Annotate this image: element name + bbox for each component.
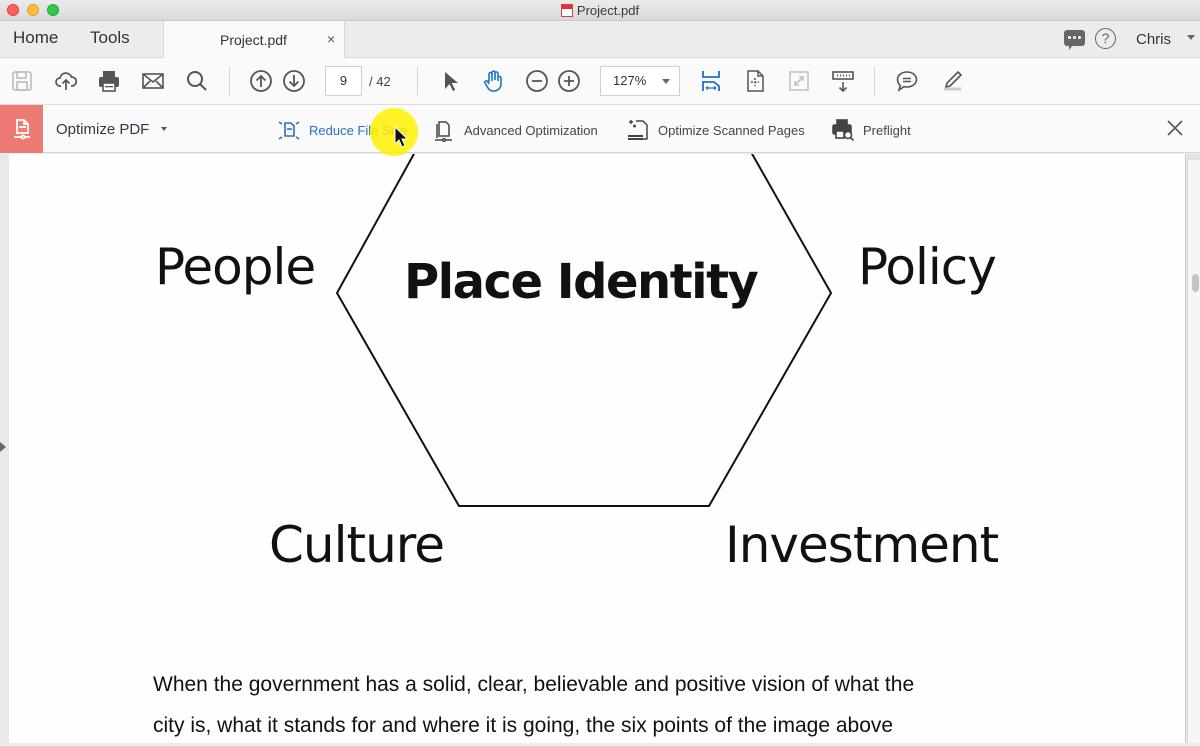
highlight-icon[interactable] xyxy=(938,68,964,94)
upload-cloud-icon[interactable] xyxy=(53,68,79,94)
scrollbar-thumb[interactable] xyxy=(1192,274,1199,292)
tab-tools[interactable]: Tools xyxy=(90,28,130,48)
diagram-center-label: Place Identity xyxy=(404,254,759,310)
user-name[interactable]: Chris xyxy=(1136,31,1171,48)
vertical-scrollbar[interactable] xyxy=(1187,154,1200,743)
reduce-file-size-label: Reduce File Size xyxy=(309,122,408,138)
zoom-in-icon[interactable] xyxy=(556,68,582,94)
main-toolbar: 9 / 42 127% xyxy=(0,58,1200,105)
search-icon[interactable] xyxy=(184,68,210,94)
hand-tool-icon[interactable] xyxy=(480,68,506,94)
optimize-pdf-menu[interactable]: Optimize PDF xyxy=(56,121,149,138)
chevron-down-icon[interactable] xyxy=(161,127,167,131)
select-arrow-icon[interactable] xyxy=(437,68,463,94)
tab-home[interactable]: Home xyxy=(13,28,58,48)
advanced-optimization-label: Advanced Optimization xyxy=(464,122,598,138)
help-icon[interactable]: ? xyxy=(1095,28,1116,49)
reduce-file-size-icon xyxy=(278,121,300,140)
zoom-level-value: 127% xyxy=(613,73,647,88)
optimize-scanned-pages-label: Optimize Scanned Pages xyxy=(658,122,805,138)
page-total: / 42 xyxy=(369,74,391,89)
tab-bar: Home Tools Project.pdf × ? Chris xyxy=(0,21,1200,58)
pdf-page: People Policy Place Identity Culture Inv… xyxy=(9,154,1186,743)
advanced-optimization-icon xyxy=(435,121,452,142)
optimize-pdf-toolbar: Optimize PDF Reduce File Size Advanced O… xyxy=(0,105,1200,153)
optimize-pdf-tool-icon xyxy=(0,105,43,153)
preflight-label: Preflight xyxy=(863,122,911,138)
left-panel-rail xyxy=(0,154,9,743)
toolbar-divider xyxy=(229,67,230,95)
chat-bubble-icon[interactable] xyxy=(1064,30,1085,50)
window-titlebar: Project.pdf xyxy=(0,0,1200,21)
zoom-out-icon[interactable] xyxy=(524,68,550,94)
close-tab-icon[interactable]: × xyxy=(327,31,335,47)
close-icon[interactable] xyxy=(1165,118,1185,138)
toolbar-divider xyxy=(417,67,418,95)
document-viewer: People Policy Place Identity Culture Inv… xyxy=(0,154,1200,743)
diagram-label-people: People xyxy=(155,238,316,296)
zoom-level-select[interactable]: 127% xyxy=(600,66,680,96)
save-icon[interactable] xyxy=(9,68,35,94)
diagram-label-culture: Culture xyxy=(269,516,445,574)
reduce-file-size-button[interactable]: Reduce File Size xyxy=(277,117,407,143)
paragraph-line: city is, what it stands for and where it… xyxy=(153,714,894,737)
fit-width-icon[interactable] xyxy=(698,68,724,94)
advanced-optimization-button[interactable]: Advanced Optimization xyxy=(432,117,598,143)
scroll-mode-icon[interactable] xyxy=(830,68,856,94)
window-title: Project.pdf xyxy=(0,3,1200,18)
preflight-icon xyxy=(832,119,855,142)
email-icon[interactable] xyxy=(140,68,166,94)
page-up-icon[interactable] xyxy=(248,68,274,94)
paragraph-line: When the government has a solid, clear, … xyxy=(153,673,915,696)
toolbar-divider xyxy=(874,67,875,95)
tab-document[interactable]: Project.pdf × xyxy=(163,21,345,58)
print-icon[interactable] xyxy=(96,68,122,94)
optimize-scanned-pages-button[interactable]: Optimize Scanned Pages xyxy=(626,117,805,143)
scrollbar-track-top xyxy=(1188,154,1200,160)
page-down-icon[interactable] xyxy=(281,68,307,94)
preflight-button[interactable]: Preflight xyxy=(831,117,911,143)
rotate-page-icon[interactable] xyxy=(742,68,768,94)
document-tab-label: Project.pdf xyxy=(220,32,287,48)
window-title-text: Project.pdf xyxy=(576,3,640,18)
comment-icon[interactable] xyxy=(894,68,920,94)
full-screen-icon[interactable] xyxy=(786,68,812,94)
user-menu-caret-icon[interactable] xyxy=(1187,35,1195,40)
page-number-input[interactable]: 9 xyxy=(325,66,362,96)
hexagon-shape xyxy=(335,154,833,507)
optimize-scanned-icon xyxy=(628,120,648,140)
chevron-down-icon xyxy=(662,79,670,84)
expand-panel-arrow-icon[interactable] xyxy=(0,442,6,452)
body-paragraph: When the government has a solid, clear, … xyxy=(153,664,1053,746)
pdf-file-icon xyxy=(560,4,573,17)
diagram-label-policy: Policy xyxy=(858,238,997,296)
diagram-label-investment: Investment xyxy=(725,516,999,574)
